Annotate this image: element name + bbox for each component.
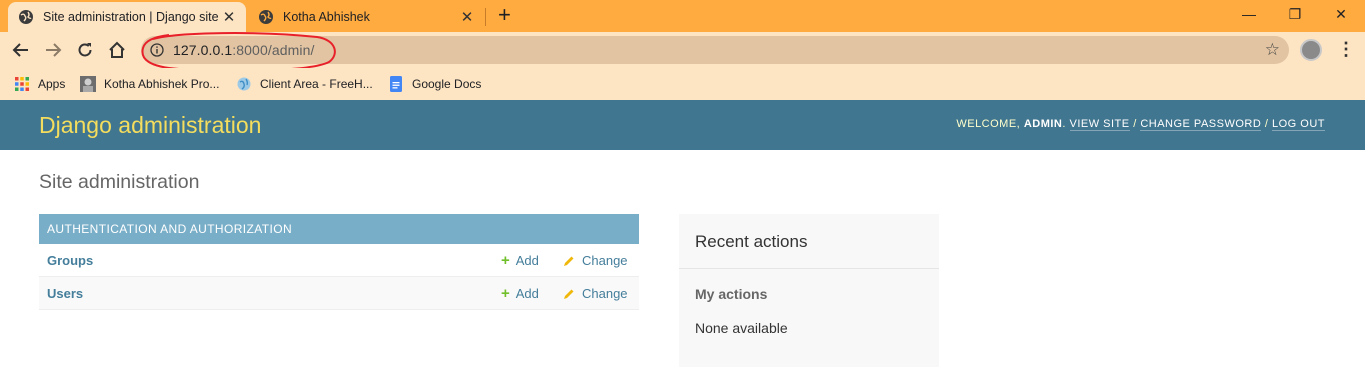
url-host: 127.0.0.1	[173, 42, 233, 58]
recent-actions-panel: Recent actions My actions None available	[679, 214, 939, 367]
pencil-icon	[564, 289, 574, 299]
bookmark-label: Kotha Abhishek Pro...	[104, 77, 220, 91]
model-link-groups[interactable]: Groups	[47, 253, 93, 268]
change-password-link[interactable]: Change password	[1140, 118, 1262, 131]
info-icon[interactable]	[150, 43, 164, 57]
bookmark-label: Apps	[38, 77, 66, 91]
restore-button[interactable]: ❐	[1272, 0, 1318, 28]
arrow-left-icon	[12, 43, 28, 57]
tab-title: Site administration | Django site admin	[43, 10, 222, 24]
tab-title: Kotha Abhishek	[283, 10, 370, 24]
model-link-users[interactable]: Users	[47, 286, 83, 301]
user-tools: Welcome, admin. View site / Change passw…	[956, 118, 1325, 131]
google-docs-icon	[390, 76, 402, 92]
add-label: Add	[515, 253, 539, 268]
bookmark-google-docs[interactable]: Google Docs	[388, 74, 481, 94]
menu-kebab-icon[interactable]: ⋮	[1337, 40, 1355, 58]
address-bar[interactable]: 127.0.0.1:8000/admin/ ☆	[141, 36, 1289, 64]
change-groups-link[interactable]: Change	[563, 253, 628, 268]
home-icon	[109, 41, 125, 58]
bookmark-apps[interactable]: Apps	[14, 74, 65, 94]
close-window-button[interactable]: ✕	[1318, 0, 1364, 28]
view-site-link[interactable]: View site	[1069, 118, 1130, 131]
site-header-title[interactable]: Django administration	[39, 112, 261, 139]
log-out-link[interactable]: Log out	[1271, 118, 1325, 131]
bookmarks-bar: Apps Kotha Abhishek Pro... Client Area -…	[0, 68, 1365, 100]
change-users-link[interactable]: Change	[563, 286, 628, 301]
recent-actions-heading: Recent actions	[695, 232, 808, 251]
bookmark-star-icon[interactable]: ☆	[1265, 41, 1280, 58]
tab-site-administration[interactable]: Site administration | Django site admin …	[8, 2, 246, 32]
plus-icon: +	[501, 285, 510, 302]
minimize-button[interactable]: —	[1226, 0, 1272, 28]
tab-close-icon[interactable]: ✕	[460, 8, 474, 26]
divider	[679, 268, 939, 269]
add-groups-link[interactable]: + Add	[501, 253, 539, 268]
add-users-link[interactable]: + Add	[501, 286, 539, 301]
app-module-auth: Authentication and Authorization Groups …	[39, 214, 639, 310]
admin-header: Django administration Welcome, admin. Vi…	[0, 100, 1365, 150]
url-path: :8000/admin/	[232, 42, 315, 58]
profile-avatar[interactable]	[1300, 39, 1322, 61]
welcome-text: Welcome,	[956, 118, 1021, 130]
reload-button[interactable]	[73, 38, 97, 62]
empty-actions-text: None available	[695, 320, 788, 336]
forward-button[interactable]	[41, 38, 65, 62]
tab-separator	[485, 8, 486, 26]
change-label: Change	[582, 253, 628, 268]
reload-icon	[78, 43, 92, 57]
globe-icon	[19, 10, 33, 24]
add-label: Add	[515, 286, 539, 301]
bookmark-label: Client Area - FreeH...	[260, 77, 373, 91]
change-label: Change	[582, 286, 628, 301]
back-button[interactable]	[9, 38, 33, 62]
table-row: Users + Add Change	[39, 277, 639, 310]
bookmark-client-area[interactable]: Client Area - FreeH...	[236, 74, 373, 94]
plus-icon: +	[501, 252, 510, 269]
module-caption[interactable]: Authentication and Authorization	[39, 214, 639, 244]
arrow-right-icon	[46, 43, 62, 57]
new-tab-button[interactable]: +	[498, 4, 511, 26]
home-button[interactable]	[105, 38, 129, 62]
tab-close-icon[interactable]: ✕	[222, 8, 236, 26]
globe-icon	[259, 10, 273, 24]
pencil-icon	[564, 256, 574, 266]
browser-toolbar: 127.0.0.1:8000/admin/ ☆ ⋮	[0, 32, 1365, 68]
bookmark-label: Google Docs	[412, 77, 482, 91]
browser-tab-bar: Site administration | Django site admin …	[0, 0, 1365, 32]
tab-kotha-abhishek[interactable]: Kotha Abhishek ✕	[248, 2, 484, 32]
bookmark-kotha-abhishek[interactable]: Kotha Abhishek Pro...	[80, 74, 219, 94]
profile-thumb-icon	[80, 76, 96, 92]
page-title: Site administration	[39, 171, 200, 193]
table-row: Groups + Add Change	[39, 244, 639, 277]
url-text[interactable]: 127.0.0.1:8000/admin/	[173, 42, 314, 58]
username: admin	[1023, 118, 1063, 130]
my-actions-heading: My actions	[695, 286, 768, 302]
globe-icon	[237, 77, 251, 91]
apps-grid-icon	[15, 77, 29, 91]
